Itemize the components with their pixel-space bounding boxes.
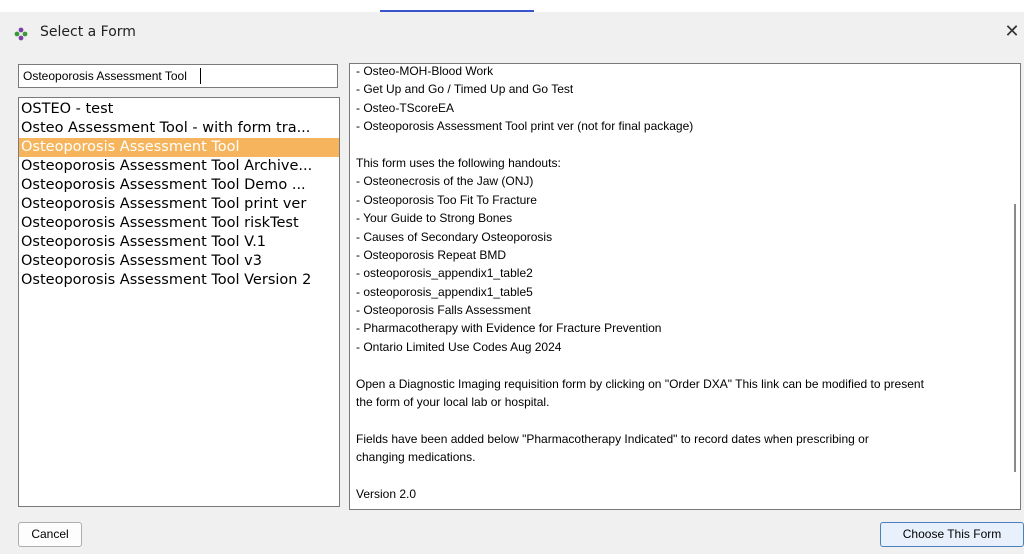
description-line: - Osteoporosis Too Fit To Fracture: [356, 192, 537, 207]
title-bar: Select a Form ✕: [0, 12, 1024, 54]
form-search-input[interactable]: [18, 64, 338, 88]
description-text: - Osteo-MOH-Blood Work - Get Up and Go /…: [356, 64, 1006, 503]
cancel-button[interactable]: Cancel: [18, 522, 82, 547]
description-line: Version 2.0: [356, 486, 417, 501]
description-line: - Osteoporosis Assessment Tool print ver…: [356, 119, 694, 134]
list-item[interactable]: Osteoporosis Assessment Tool V.1: [19, 233, 339, 252]
list-item[interactable]: Osteo Assessment Tool - with form tra...: [19, 119, 339, 138]
list-item[interactable]: Osteoporosis Assessment Tool riskTest: [19, 214, 339, 233]
select-form-dialog: Select a Form ✕ OSTEO - test Osteo Asses…: [0, 0, 1024, 554]
description-line: - Osteo-TScoreEA: [356, 100, 455, 115]
description-gap: [356, 411, 1006, 429]
list-item[interactable]: Osteoporosis Assessment Tool Archive...: [19, 157, 339, 176]
list-item[interactable]: OSTEO - test: [19, 100, 339, 119]
description-line: This form uses the following handouts:: [356, 155, 561, 170]
description-gap: [356, 467, 1006, 485]
description-line: - Osteonecrosis of the Jaw (ONJ): [356, 174, 534, 189]
close-icon[interactable]: ✕: [1000, 20, 1024, 44]
description-line: - Osteoporosis Repeat BMD: [356, 247, 507, 262]
description-line: - Ontario Limited Use Codes Aug 2024: [356, 339, 562, 354]
description-line: changing medications.: [356, 450, 476, 465]
description-line: Fields have been added below "Pharmacoth…: [356, 431, 869, 446]
description-line: - osteoporosis_appendix1_table5: [356, 284, 533, 299]
list-item[interactable]: Osteoporosis Assessment Tool v3: [19, 252, 339, 271]
description-line: the form of your local lab or hospital.: [356, 395, 550, 410]
list-item[interactable]: Osteoporosis Assessment Tool print ver: [19, 195, 339, 214]
vertical-scrollbar-thumb[interactable]: [1014, 204, 1016, 472]
description-line: Open a Diagnostic Imaging requisition fo…: [356, 376, 924, 391]
description-gap: [356, 356, 1006, 374]
text-caret: [200, 68, 201, 84]
description-line: - Osteo-MOH-Blood Work: [356, 64, 494, 78]
top-strip: [0, 0, 1024, 12]
description-line: - Osteoporosis Falls Assessment: [356, 303, 531, 318]
description-line: - Causes of Secondary Osteoporosis: [356, 229, 553, 244]
choose-form-button[interactable]: Choose This Form: [880, 522, 1024, 547]
description-line: - osteoporosis_appendix1_table2: [356, 266, 533, 281]
form-description-panel[interactable]: - Osteo-MOH-Blood Work - Get Up and Go /…: [349, 63, 1021, 510]
form-list[interactable]: OSTEO - test Osteo Assessment Tool - wit…: [18, 97, 340, 507]
window-title: Select a Form: [40, 24, 136, 40]
description-line: - Pharmacotherapy with Evidence for Frac…: [356, 321, 662, 336]
list-item-selected[interactable]: Osteoporosis Assessment Tool: [19, 138, 339, 157]
list-item[interactable]: Osteoporosis Assessment Tool Demo ...: [19, 176, 339, 195]
description-line: - Your Guide to Strong Bones: [356, 211, 513, 226]
description-gap: [356, 136, 1006, 154]
description-line: - Get Up and Go / Timed Up and Go Test: [356, 82, 574, 97]
form-app-icon: [14, 27, 28, 41]
list-item[interactable]: Osteoporosis Assessment Tool Version 2: [19, 271, 339, 290]
